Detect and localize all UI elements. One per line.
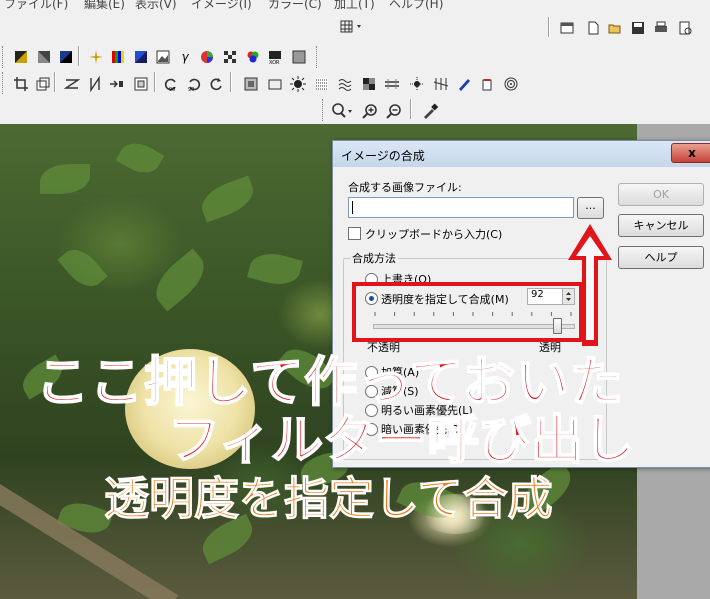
menu-process[interactable]: 加工(T) (334, 0, 375, 10)
grid-icon (340, 20, 361, 33)
spiral-icon[interactable] (502, 75, 520, 93)
svg-text:90: 90 (169, 87, 175, 92)
menu-help[interactable]: ヘルプ(H) (389, 0, 443, 10)
toolbar-row-2: 90 90 (0, 70, 710, 98)
image-icon[interactable] (154, 48, 172, 66)
mosaic-icon[interactable] (360, 75, 378, 93)
file-input[interactable] (348, 197, 574, 218)
dialog-title: イメージの合成 (341, 149, 425, 163)
rgb-circles-icon[interactable] (244, 48, 262, 66)
resize-icon[interactable] (34, 75, 52, 93)
sharpen-icon[interactable] (432, 75, 450, 93)
close-icon: x (688, 146, 696, 160)
print-icon[interactable] (652, 19, 670, 37)
menu-edit[interactable]: 編集(E) (84, 0, 125, 10)
print-preview-icon[interactable] (676, 19, 694, 37)
save-icon[interactable] (629, 19, 647, 37)
window-icon[interactable] (558, 19, 576, 37)
zoom-in-icon[interactable] (361, 102, 379, 120)
new-file-icon[interactable] (584, 19, 602, 37)
menu-view[interactable]: 表示(V) (135, 0, 177, 10)
text-cursor (352, 201, 353, 214)
open-folder-icon[interactable] (606, 19, 624, 37)
wave-icon[interactable] (337, 75, 355, 93)
svg-text:XOR: XOR (269, 60, 280, 65)
gradient-dark-icon[interactable] (35, 48, 53, 66)
xor-icon[interactable]: XOR (266, 48, 284, 66)
highlight-box (352, 282, 583, 342)
method-label: 合成方法 (350, 250, 398, 266)
box-icon[interactable] (266, 75, 284, 93)
grayscale-icon[interactable] (290, 48, 308, 66)
gamma-icon[interactable]: γ (176, 48, 194, 66)
browse-button[interactable]: ... (577, 197, 604, 219)
menu-color[interactable]: カラー(C) (268, 0, 322, 10)
flip-icon[interactable] (63, 75, 81, 93)
menu-file[interactable]: ファイル(F) (4, 0, 68, 10)
rotate-right-90-icon[interactable]: 90 (185, 75, 203, 93)
dialog-titlebar: イメージの合成 x (333, 141, 710, 167)
svg-text:90: 90 (188, 87, 194, 92)
toolbar-row-1: γ XOR (0, 44, 710, 71)
arrows-icon[interactable] (108, 75, 126, 93)
rotate-left-90-icon[interactable]: 90 (162, 75, 180, 93)
color-bars-icon[interactable] (109, 48, 127, 66)
up-arrow-icon (568, 224, 612, 346)
file-label: 合成する画像ファイル: (348, 181, 462, 194)
help-button[interactable]: ヘルプ (618, 246, 704, 269)
palette-icon[interactable] (132, 48, 150, 66)
mirror-icon[interactable] (86, 75, 104, 93)
ok-button[interactable]: OK (618, 183, 704, 206)
checker-icon[interactable] (221, 48, 239, 66)
clipboard-label: クリップボードから入力(C) (365, 228, 503, 241)
sparkle-icon[interactable] (87, 48, 105, 66)
toolbar-top (0, 10, 710, 45)
spark-filter-icon[interactable] (408, 75, 426, 93)
eyedropper-icon[interactable] (421, 102, 439, 120)
menu-image[interactable]: イメージ(I) (191, 0, 252, 10)
color-wheel-icon[interactable] (198, 48, 216, 66)
clipboard-checkbox[interactable] (348, 227, 361, 240)
bevel-icon[interactable] (242, 75, 260, 93)
bucket-icon[interactable] (478, 75, 496, 93)
emboss-icon[interactable] (383, 75, 401, 93)
grid-dropdown-button[interactable] (338, 18, 366, 36)
invert-icon[interactable] (57, 48, 75, 66)
annotation-line-3: 透明度を指定して合成 (104, 472, 554, 526)
crop-icon[interactable] (12, 75, 30, 93)
toolbar-row-3 (0, 97, 710, 125)
close-button[interactable]: x (671, 143, 710, 163)
halftone-icon[interactable] (313, 75, 331, 93)
pen-icon[interactable] (455, 75, 473, 93)
zoom-dropdown-button[interactable] (330, 102, 356, 120)
menu-bar: ファイル(F) 編集(E) 表示(V) イメージ(I) カラー(C) 加工(T)… (0, 0, 710, 10)
zoom-out-icon[interactable] (385, 102, 403, 120)
burst-icon[interactable] (289, 75, 307, 93)
cancel-button[interactable]: キャンセル (618, 214, 704, 237)
frame-icon[interactable] (132, 75, 150, 93)
gradient-icon[interactable] (12, 48, 30, 66)
magnifier-icon (332, 103, 352, 118)
rotate-free-icon[interactable] (207, 75, 225, 93)
